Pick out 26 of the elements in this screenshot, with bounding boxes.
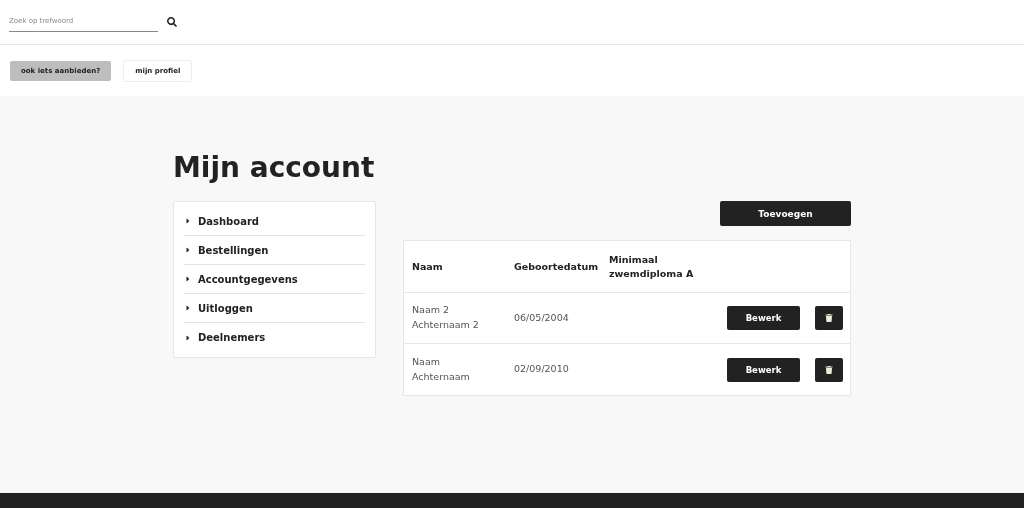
column-header: Naam <box>412 259 444 274</box>
menu-item[interactable]: Deelnemers <box>184 323 365 353</box>
caret-icon <box>184 333 192 342</box>
menu-item[interactable]: Bestellingen <box>184 236 365 266</box>
date-cell-text: 02/09/2010 <box>514 362 570 377</box>
edit-button[interactable]: Bewerk <box>727 357 800 382</box>
edit-button[interactable]: Bewerk <box>727 306 800 331</box>
name-cell-text: Naam Achternaam <box>412 354 471 384</box>
caret-icon <box>184 304 192 313</box>
column-header: Minimaal zwemdiploma A <box>609 252 695 281</box>
menu-item[interactable]: Dashboard <box>184 207 365 237</box>
trash-icon <box>825 365 833 374</box>
column-header: Geboortedatum <box>514 259 600 274</box>
menu-item[interactable]: Accountgegevens <box>184 265 365 295</box>
search-icon[interactable] <box>167 17 177 27</box>
delete-button[interactable] <box>815 357 843 382</box>
add-button[interactable]: Toevoegen <box>720 201 851 227</box>
caret-icon <box>184 217 192 226</box>
caret-icon <box>184 246 192 255</box>
trash-icon <box>825 314 833 323</box>
menu-item[interactable]: Uitloggen <box>184 294 365 324</box>
name-cell-text: Naam 2 Achternaam 2 <box>412 303 480 333</box>
date-cell-text: 06/05/2004 <box>514 310 570 325</box>
caret-icon <box>184 275 192 284</box>
page-title: Mijn account <box>173 152 376 185</box>
delete-button[interactable] <box>815 306 843 331</box>
